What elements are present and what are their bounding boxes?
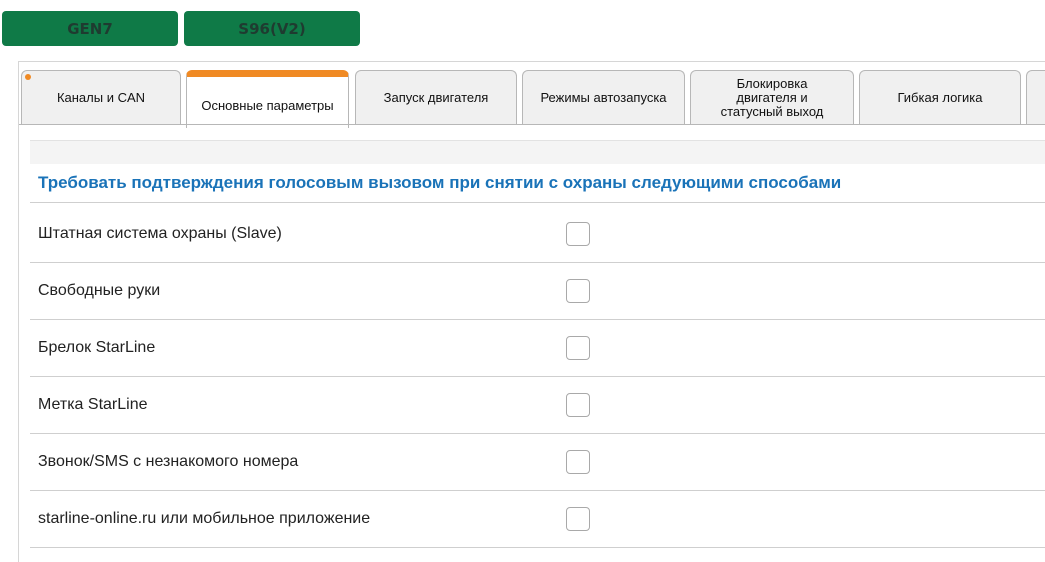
tab-label: Каналы и CAN: [56, 89, 146, 105]
gen7-label: GEN7: [67, 19, 113, 38]
tab-label: Запуск двигателя: [383, 89, 489, 105]
option-row-slave-alarm: Штатная система охраны (Slave): [30, 206, 1045, 263]
option-label: Свободные руки: [38, 282, 161, 299]
option-label: Метка StarLine: [38, 396, 148, 413]
option-row-online-app: starline-online.ru или мобильное приложе…: [30, 491, 1045, 548]
tab-autostart-modes[interactable]: Режимы автозапуска: [522, 70, 685, 124]
option-row-hands-free: Свободные руки: [30, 263, 1045, 320]
option-label: Брелок StarLine: [38, 339, 156, 356]
section-divider: [30, 202, 1045, 203]
hands-free-checkbox[interactable]: [566, 279, 590, 303]
tab-label: Гибкая логика: [897, 89, 983, 105]
modified-indicator-icon: [25, 74, 31, 80]
option-label: Штатная система охраны (Slave): [38, 225, 282, 242]
tab-engine-block-status-output[interactable]: Блокировка двигателя и статусный выход: [690, 70, 854, 124]
tab-channels-can[interactable]: Каналы и CAN: [21, 70, 181, 124]
slave-alarm-checkbox[interactable]: [566, 222, 590, 246]
online-app-checkbox[interactable]: [566, 507, 590, 531]
section-spacer: [30, 140, 1045, 164]
gen7-button[interactable]: GEN7: [2, 11, 178, 46]
option-row-starline-keyfob: Брелок StarLine: [30, 320, 1045, 377]
starline-tag-checkbox[interactable]: [566, 393, 590, 417]
option-row-starline-tag: Метка StarLine: [30, 377, 1045, 434]
tab-label: Основные параметры: [201, 97, 334, 113]
tab-label: Блокировка двигателя и статусный выход: [720, 75, 824, 119]
tab-strip-divider: [19, 124, 1045, 125]
option-label: Звонок/SMS с незнакомого номера: [38, 453, 299, 470]
starline-keyfob-checkbox[interactable]: [566, 336, 590, 360]
s96-v2-button[interactable]: S96(V2): [184, 11, 360, 46]
tab-flexible-logic[interactable]: Гибкая логика: [859, 70, 1021, 124]
tab-more[interactable]: [1026, 70, 1045, 124]
tab-engine-start[interactable]: Запуск двигателя: [355, 70, 517, 124]
tab-label: Режимы автозапуска: [540, 89, 667, 105]
tab-main-parameters[interactable]: Основные параметры: [186, 70, 349, 128]
section-title: Требовать подтверждения голосовым вызово…: [38, 173, 842, 192]
option-label: starline-online.ru или мобильное приложе…: [38, 510, 371, 527]
unknown-number-checkbox[interactable]: [566, 450, 590, 474]
option-row-unknown-number: Звонок/SMS с незнакомого номера: [30, 434, 1045, 491]
s96-v2-label: S96(V2): [238, 19, 306, 38]
